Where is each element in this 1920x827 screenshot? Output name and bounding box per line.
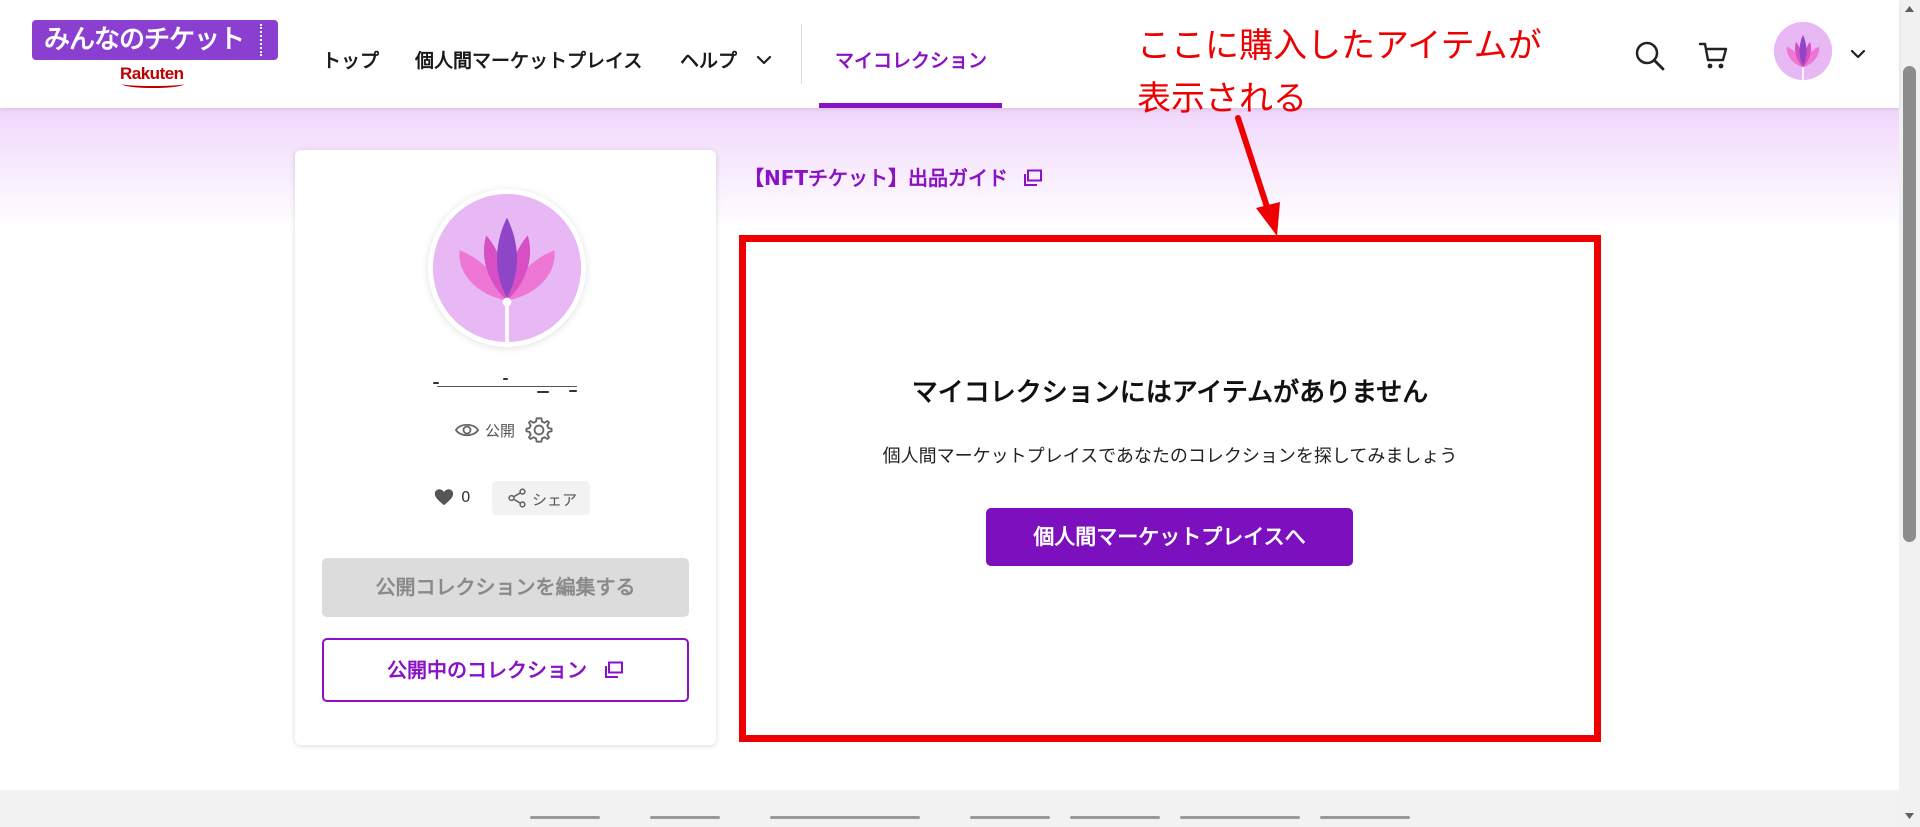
profile-card: 公開 0 シェア 公開コレクションを編集する 公開中のコレクション xyxy=(295,150,716,745)
logo-text: みんなのチケット xyxy=(44,25,245,55)
chevron-down-icon xyxy=(756,55,771,64)
logo-brand: Rakuten xyxy=(120,64,184,88)
nav-item-marketplace[interactable]: 個人間マーケットプレイス xyxy=(415,46,642,73)
annotation-note: ここに購入したアイテムが 表示される xyxy=(1137,20,1607,126)
nav-divider xyxy=(801,24,802,84)
account-menu-chevron-icon[interactable] xyxy=(1848,44,1868,64)
public-collection-button[interactable]: 公開中のコレクション xyxy=(322,638,689,702)
site-footer xyxy=(0,790,1899,827)
heart-icon xyxy=(434,489,454,506)
scrollbar-thumb[interactable] xyxy=(1903,66,1916,542)
listing-guide-link[interactable]: 【NFTチケット】出品ガイド xyxy=(744,162,1043,191)
nav-item-top[interactable]: トップ xyxy=(322,46,379,73)
gear-icon[interactable] xyxy=(525,416,553,444)
scroll-down-arrow-icon[interactable] xyxy=(1903,811,1916,821)
scroll-up-arrow-icon[interactable] xyxy=(1903,4,1916,14)
edit-public-collection-button[interactable]: 公開コレクションを編集する xyxy=(322,558,689,617)
empty-state-subtitle: 個人間マーケットプレイスであなたのコレクションを探してみましょう xyxy=(882,446,1458,467)
like-count: 0 xyxy=(461,488,471,506)
logo-badge: みんなのチケット xyxy=(32,20,278,60)
lotus-icon xyxy=(433,194,581,342)
share-button[interactable]: シェア xyxy=(492,481,590,515)
annotation-line-1: ここに購入したアイテムが xyxy=(1137,26,1542,66)
empty-state-title: マイコレクションにはアイテムがありません xyxy=(911,378,1429,408)
external-window-icon xyxy=(1024,169,1043,186)
share-label: シェア xyxy=(532,491,578,509)
go-to-marketplace-button[interactable]: 個人間マーケットプレイスへ xyxy=(986,508,1353,566)
public-collection-label: 公開中のコレクション xyxy=(387,658,588,682)
eye-icon xyxy=(455,423,479,437)
annotation-line-2: 表示される xyxy=(1137,79,1307,119)
nav-item-my-collection[interactable]: マイコレクション xyxy=(835,46,987,73)
site-header: みんなのチケット Rakuten トップ 個人間マーケットプレイス ヘルプ マイ… xyxy=(0,0,1899,108)
user-avatar[interactable] xyxy=(1774,22,1832,80)
lotus-icon xyxy=(1774,22,1832,80)
share-icon xyxy=(508,488,526,508)
nav-item-help[interactable]: ヘルプ xyxy=(680,46,774,73)
external-window-icon xyxy=(604,661,623,678)
profile-avatar xyxy=(433,194,581,342)
visibility-label: 公開 xyxy=(485,422,516,440)
ticket-perforation xyxy=(260,24,262,56)
nav-item-help-label: ヘルプ xyxy=(680,50,738,72)
nav-active-indicator xyxy=(819,103,1002,108)
site-logo[interactable]: みんなのチケット Rakuten xyxy=(32,20,278,90)
search-icon[interactable] xyxy=(1634,40,1666,72)
listing-guide-label: 【NFTチケット】出品ガイド xyxy=(744,166,1009,190)
collection-empty-state: マイコレクションにはアイテムがありません 個人間マーケットプレイスであなたのコレ… xyxy=(739,235,1601,742)
username-obscured xyxy=(433,378,583,398)
cart-icon[interactable] xyxy=(1698,40,1730,72)
